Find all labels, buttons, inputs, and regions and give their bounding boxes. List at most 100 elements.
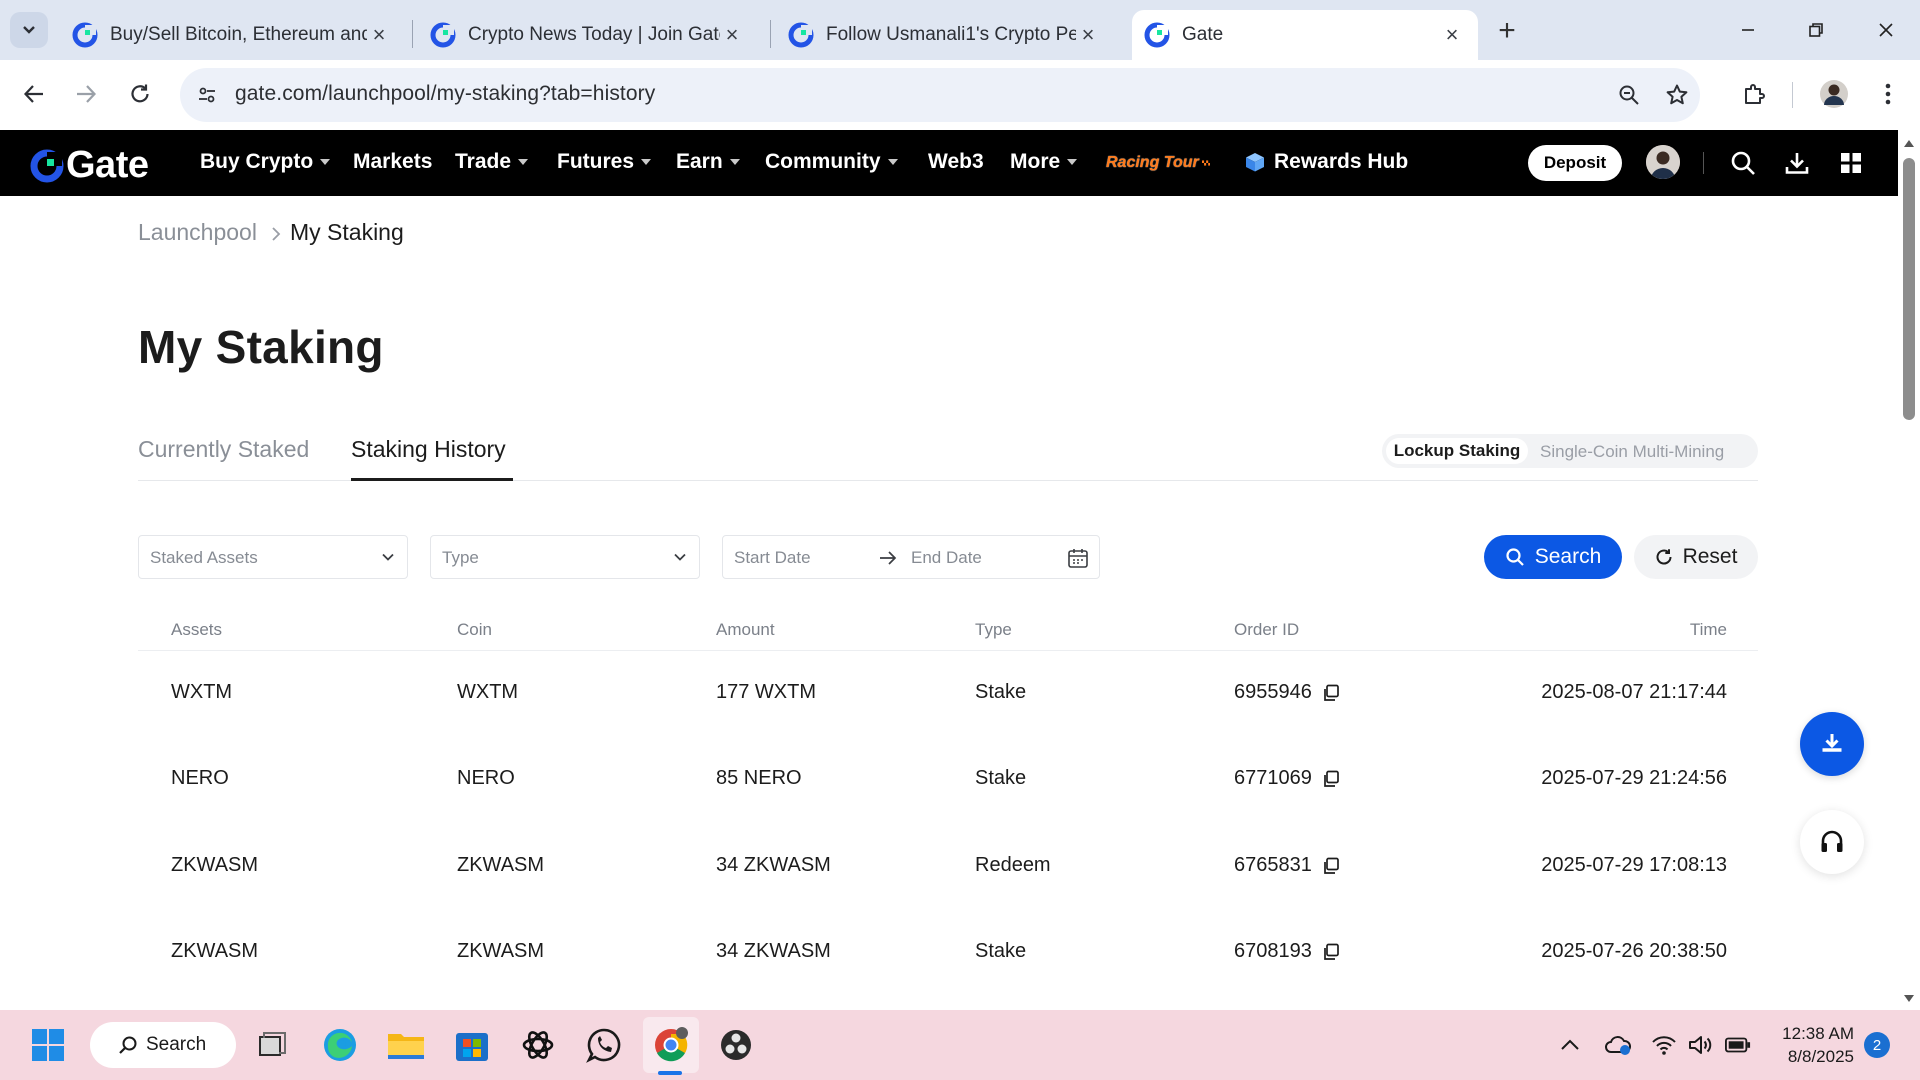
chatgpt-app[interactable] — [516, 1023, 560, 1067]
nav-earn[interactable]: Earn — [676, 150, 740, 174]
start-date-input[interactable]: Start Date — [734, 548, 811, 568]
caret-down-icon — [887, 159, 898, 165]
site-settings-icon[interactable] — [194, 82, 220, 108]
browser-tab-1[interactable]: Buy/Sell Bitcoin, Ethereum and × — [60, 10, 405, 60]
chevron-down-icon — [23, 26, 35, 34]
address-bar[interactable]: gate.com/launchpool/my-staking?tab=histo… — [180, 68, 1700, 122]
profile-button[interactable] — [1814, 74, 1854, 114]
copy-icon[interactable] — [1322, 770, 1340, 788]
site-header: Gate Buy Crypto Markets Trade Futures Ea… — [0, 130, 1898, 196]
edge-icon — [324, 1029, 356, 1061]
obs-app[interactable] — [714, 1023, 758, 1067]
racing-tour-banner[interactable]: Racing Tour — [1106, 150, 1210, 176]
staked-assets-select[interactable]: Staked Assets — [138, 535, 408, 579]
nav-web3[interactable]: Web3 — [928, 150, 984, 174]
customer-support-button[interactable] — [1800, 810, 1864, 874]
close-tab-icon[interactable]: × — [367, 22, 391, 47]
nav-trade[interactable]: Trade — [455, 150, 529, 174]
scroll-down-arrow-icon[interactable] — [1903, 994, 1915, 1004]
user-avatar[interactable] — [1646, 145, 1680, 179]
segment-lockup-staking[interactable]: Lockup Staking — [1386, 438, 1528, 464]
table-row: NERO NERO 85 NERO Stake 6771069 2025-07-… — [0, 737, 1898, 823]
breadcrumb-current: My Staking — [290, 219, 404, 245]
wifi-tray-icon[interactable] — [1651, 1032, 1677, 1058]
close-tab-icon[interactable]: × — [720, 22, 744, 47]
cell-amount: 34 ZKWASM — [716, 854, 831, 876]
browser-tab-2[interactable]: Crypto News Today | Join Gate × — [418, 10, 758, 60]
scrollbar-thumb[interactable] — [1903, 158, 1915, 420]
segment-single-coin-multi-mining[interactable]: Single-Coin Multi-Mining — [1540, 442, 1724, 462]
forward-button[interactable] — [66, 74, 106, 114]
tab-staking-history[interactable]: Staking History — [351, 436, 506, 463]
column-header-type: Type — [975, 620, 1012, 639]
browser-tab-strip: Buy/Sell Bitcoin, Ethereum and × Crypto … — [0, 0, 1920, 60]
file-explorer-app[interactable] — [384, 1023, 428, 1067]
onedrive-tray-icon[interactable] — [1605, 1032, 1631, 1058]
type-select[interactable]: Type — [430, 535, 700, 579]
tab-search-button[interactable] — [10, 12, 48, 48]
scroll-up-arrow-icon[interactable] — [1903, 138, 1915, 148]
extensions-button[interactable] — [1734, 74, 1774, 114]
volume-tray-icon[interactable] — [1688, 1032, 1714, 1058]
cell-assets: ZKWASM — [171, 854, 259, 876]
battery-tray-icon[interactable] — [1725, 1032, 1751, 1058]
minimize-button[interactable] — [1724, 12, 1772, 48]
nav-buy-crypto[interactable]: Buy Crypto — [200, 150, 331, 174]
url-text[interactable]: gate.com/launchpool/my-staking?tab=histo… — [235, 82, 655, 106]
browser-tab-3[interactable]: Follow Usmanali1's Crypto Pers × — [776, 10, 1114, 60]
nav-label: Web3 — [928, 150, 984, 173]
whatsapp-app[interactable] — [582, 1023, 626, 1067]
nav-markets[interactable]: Markets — [353, 150, 432, 174]
gate-favicon-icon — [788, 22, 814, 48]
end-date-input[interactable]: End Date — [911, 548, 982, 568]
system-clock[interactable]: 12:38 AM 8/8/2025 — [1770, 1022, 1854, 1068]
close-tab-icon[interactable]: × — [1440, 22, 1464, 47]
nav-futures[interactable]: Futures — [557, 150, 652, 174]
show-hidden-icons-button[interactable] — [1557, 1032, 1583, 1058]
start-button[interactable] — [26, 1023, 70, 1067]
gate-logo[interactable]: Gate — [30, 144, 149, 187]
floating-download-button[interactable] — [1800, 712, 1864, 776]
back-button[interactable] — [14, 74, 54, 114]
copy-icon[interactable] — [1322, 857, 1340, 875]
microsoft-store-app[interactable] — [450, 1023, 494, 1067]
nav-more[interactable]: More — [1010, 150, 1078, 174]
copy-icon[interactable] — [1322, 943, 1340, 961]
minimize-icon — [1742, 29, 1754, 31]
browser-tab-active[interactable]: Gate × — [1132, 10, 1478, 60]
zoom-icon[interactable] — [1616, 82, 1642, 108]
header-search-button[interactable] — [1729, 149, 1757, 177]
page-scrollbar[interactable] — [1898, 130, 1920, 1010]
nav-rewards-hub[interactable]: Rewards Hub — [1244, 150, 1408, 174]
header-apps-button[interactable] — [1837, 149, 1865, 177]
reload-button[interactable] — [120, 74, 160, 114]
header-download-button[interactable] — [1783, 149, 1811, 177]
restore-button[interactable] — [1792, 12, 1840, 48]
task-view-button[interactable] — [250, 1023, 294, 1067]
chrome-app[interactable] — [649, 1023, 693, 1067]
close-tab-icon[interactable]: × — [1076, 22, 1100, 47]
windows-taskbar: Search 12:38 AM 8/8/2025 2 — [0, 1010, 1920, 1080]
edge-app[interactable] — [318, 1023, 362, 1067]
new-tab-button[interactable]: + — [1490, 14, 1524, 48]
reset-button[interactable]: Reset — [1634, 535, 1758, 579]
tab-title: Crypto News Today | Join Gate — [468, 24, 720, 45]
column-header-time: Time — [1689, 620, 1727, 639]
cell-coin: ZKWASM — [457, 940, 545, 962]
taskbar-search[interactable]: Search — [90, 1022, 236, 1068]
nav-community[interactable]: Community — [765, 150, 898, 174]
breadcrumb-launchpool[interactable]: Launchpool — [138, 219, 257, 246]
deposit-button[interactable]: Deposit — [1528, 145, 1622, 181]
restore-icon — [1809, 23, 1823, 37]
chrome-icon — [655, 1027, 688, 1062]
browser-toolbar: gate.com/launchpool/my-staking?tab=histo… — [0, 60, 1920, 130]
search-button[interactable]: Search — [1484, 535, 1622, 579]
copy-icon[interactable] — [1322, 684, 1340, 702]
tab-currently-staked[interactable]: Currently Staked — [138, 436, 309, 463]
chrome-menu-button[interactable] — [1868, 74, 1908, 114]
notification-badge[interactable]: 2 — [1864, 1032, 1890, 1058]
close-window-button[interactable] — [1862, 12, 1910, 48]
clock-time: 12:38 AM — [1782, 1024, 1854, 1043]
bookmark-star-icon[interactable] — [1664, 82, 1690, 108]
date-range-picker[interactable]: Start Date End Date — [722, 535, 1100, 579]
